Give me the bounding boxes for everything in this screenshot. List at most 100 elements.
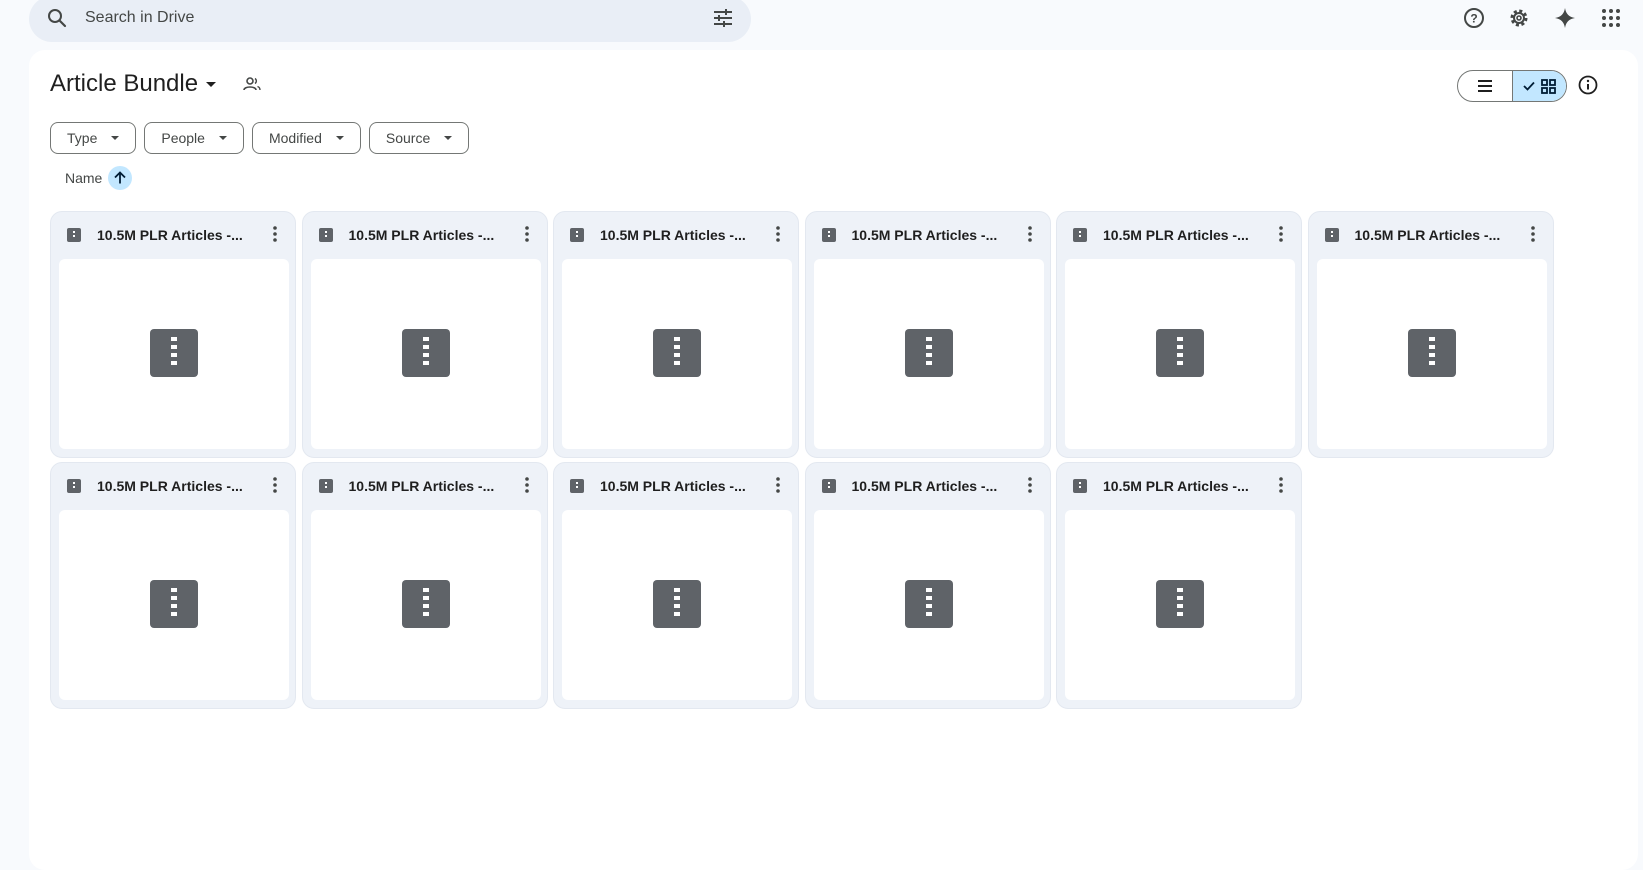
more-options-icon[interactable] [265, 224, 285, 244]
zip-file-icon [1407, 329, 1456, 377]
list-view-icon [1478, 80, 1492, 92]
file-thumbnail[interactable] [562, 259, 792, 449]
file-name: 10.5M PLR Articles -... [600, 478, 746, 494]
file-card[interactable]: 10.5M PLR Articles -... [1307, 211, 1554, 458]
file-name: 10.5M PLR Articles -... [851, 478, 998, 494]
zip-file-icon [1156, 329, 1204, 377]
more-options-icon[interactable] [517, 224, 537, 244]
search-bar[interactable]: Search in Drive [29, 0, 751, 42]
more-options-icon[interactable] [768, 475, 788, 495]
file-name: 10.5M PLR Articles -... [1354, 227, 1501, 243]
sort-bar: Name [65, 166, 133, 190]
more-options-icon[interactable] [265, 475, 285, 495]
zip-file-icon [1324, 228, 1339, 242]
file-card[interactable]: 10.5M PLR Articles -... [301, 462, 548, 709]
zip-file-icon [821, 479, 836, 493]
folder-menu-caret-icon[interactable] [206, 82, 216, 87]
file-name: 10.5M PLR Articles -... [348, 227, 495, 243]
chevron-down-icon [218, 136, 227, 140]
file-card[interactable]: 10.5M PLR Articles -... [1056, 211, 1302, 458]
list-view-button[interactable] [1458, 71, 1512, 101]
filter-chips: Type People Modified Source [50, 122, 470, 154]
file-thumbnail[interactable] [1065, 510, 1295, 700]
more-options-icon[interactable] [768, 224, 788, 244]
more-options-icon[interactable] [1271, 475, 1291, 495]
filter-people-chip[interactable]: People [144, 122, 244, 154]
file-name: 10.5M PLR Articles -... [1103, 227, 1249, 243]
file-card[interactable]: 10.5M PLR Articles -... [553, 211, 799, 458]
file-card[interactable]: 10.5M PLR Articles -... [50, 211, 296, 458]
top-bar: Search in Drive ? [0, 0, 1643, 48]
zip-file-icon [653, 329, 701, 377]
help-icon[interactable]: ? [1462, 6, 1486, 30]
chevron-down-icon [111, 136, 120, 140]
file-thumbnail[interactable] [310, 510, 541, 700]
file-name: 10.5M PLR Articles -... [97, 478, 243, 494]
file-thumbnail[interactable] [1065, 259, 1295, 449]
zip-file-icon [904, 580, 953, 628]
file-thumbnail[interactable] [1316, 259, 1547, 449]
folder-title[interactable]: Article Bundle [50, 70, 198, 98]
file-card[interactable]: 10.5M PLR Articles -... [50, 462, 296, 709]
file-card[interactable]: 10.5M PLR Articles -... [1056, 462, 1302, 709]
grid-view-button[interactable] [1511, 71, 1566, 101]
more-options-icon[interactable] [517, 475, 537, 495]
filter-source-chip[interactable]: Source [368, 122, 470, 154]
tune-icon[interactable] [711, 6, 735, 30]
zip-file-icon [150, 329, 198, 377]
zip-file-icon [401, 580, 450, 628]
main-content: Article Bundle Type People Modified Sour… [29, 50, 1638, 870]
zip-file-icon [1073, 479, 1087, 493]
file-name: 10.5M PLR Articles -... [851, 227, 998, 243]
shared-folder-icon[interactable] [242, 74, 262, 94]
grid-view-icon [1541, 79, 1556, 94]
arrow-up-icon [114, 171, 126, 184]
chevron-down-icon [335, 136, 344, 140]
zip-file-icon [1073, 228, 1087, 242]
file-name: 10.5M PLR Articles -... [600, 227, 746, 243]
chip-label: People [161, 130, 205, 146]
filter-modified-chip[interactable]: Modified [251, 122, 361, 154]
zip-file-icon [401, 329, 450, 377]
zip-file-icon [67, 479, 81, 493]
more-options-icon[interactable] [1271, 224, 1291, 244]
file-card[interactable]: 10.5M PLR Articles -... [804, 462, 1051, 709]
zip-file-icon [318, 479, 333, 493]
zip-file-icon [821, 228, 836, 242]
file-thumbnail[interactable] [813, 510, 1044, 700]
gemini-sparkle-icon[interactable] [1553, 6, 1577, 30]
zip-file-icon [150, 580, 198, 628]
zip-file-icon [1156, 580, 1204, 628]
file-thumbnail[interactable] [562, 510, 792, 700]
file-thumbnail[interactable] [813, 259, 1044, 449]
chevron-down-icon [444, 136, 453, 140]
zip-file-icon [904, 329, 953, 377]
more-options-icon[interactable] [1020, 224, 1040, 244]
zip-file-icon [653, 580, 701, 628]
file-name: 10.5M PLR Articles -... [97, 227, 243, 243]
file-thumbnail[interactable] [59, 510, 289, 700]
file-thumbnail[interactable] [59, 259, 289, 449]
filter-type-chip[interactable]: Type [50, 122, 137, 154]
file-thumbnail[interactable] [310, 259, 541, 449]
file-card[interactable]: 10.5M PLR Articles -... [553, 462, 799, 709]
sort-direction-button[interactable] [108, 166, 133, 190]
zip-file-icon [67, 228, 81, 242]
sort-name-label[interactable]: Name [65, 170, 102, 186]
settings-icon[interactable] [1507, 6, 1531, 30]
zip-file-icon [570, 479, 584, 493]
file-card[interactable]: 10.5M PLR Articles -... [301, 211, 548, 458]
svg-text:?: ? [1470, 12, 1477, 26]
file-card[interactable]: 10.5M PLR Articles -... [804, 211, 1051, 458]
more-options-icon[interactable] [1020, 475, 1040, 495]
file-name: 10.5M PLR Articles -... [1103, 478, 1249, 494]
search-input[interactable]: Search in Drive [85, 9, 194, 27]
search-icon[interactable] [45, 6, 69, 30]
view-toggle [1457, 70, 1567, 102]
zip-file-icon [570, 228, 584, 242]
apps-grid-icon[interactable] [1599, 6, 1623, 30]
file-name: 10.5M PLR Articles -... [348, 478, 495, 494]
zip-file-icon [318, 228, 333, 242]
more-options-icon[interactable] [1523, 224, 1543, 244]
info-icon[interactable] [1577, 74, 1599, 96]
